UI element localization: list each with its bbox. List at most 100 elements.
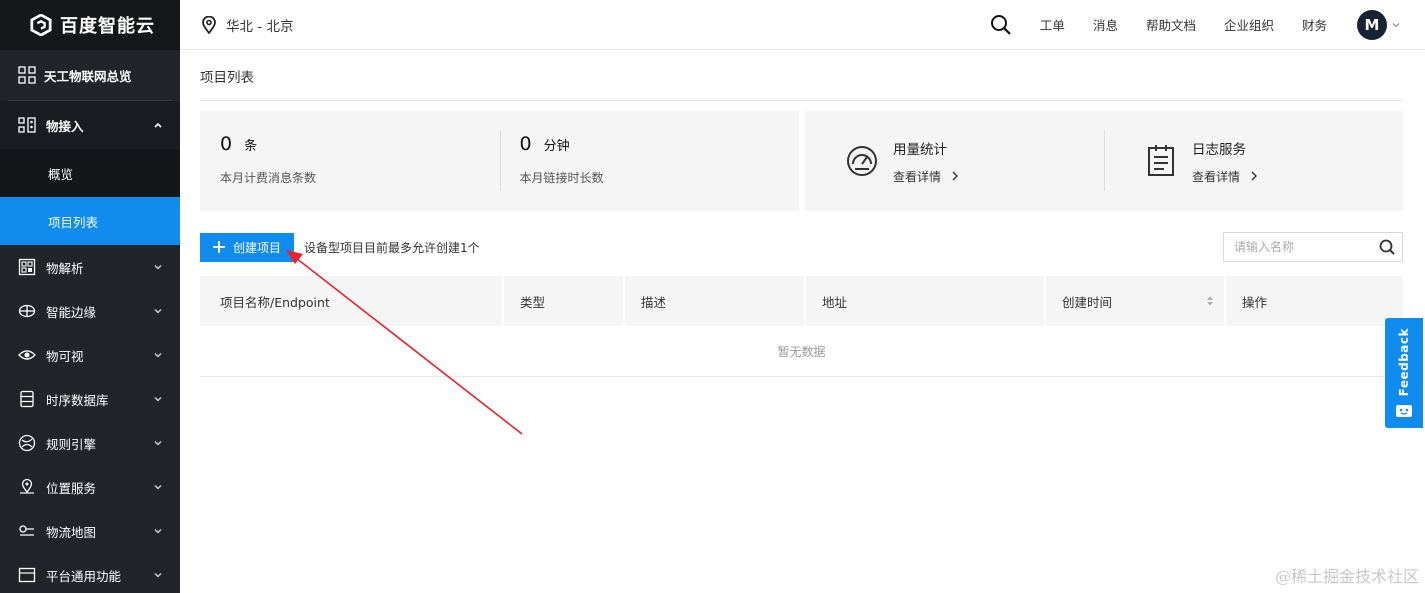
avatar[interactable]: M <box>1357 9 1387 40</box>
view-details-link[interactable]: 查看详情 <box>1192 168 1258 185</box>
stat-label: 本月计费消息条数 <box>220 171 317 185</box>
view-details-label: 查看详情 <box>893 169 942 184</box>
sidebar-item-edge[interactable]: 智能边缘 <box>0 289 180 333</box>
create-limit-hint: 设备型项目目前最多允许创建1个 <box>304 240 480 255</box>
sidebar-item-rule-engine[interactable]: 规则引擎 <box>0 421 180 465</box>
project-table: 项目名称/Endpoint 类型 描述 地址 创建时间 操作 暂无数据 <box>200 276 1403 377</box>
database-icon <box>20 390 34 408</box>
sidebar-item-location[interactable]: 位置服务 <box>0 465 180 509</box>
plus-icon <box>212 241 225 253</box>
baidu-cloud-logo-icon <box>30 14 52 36</box>
column-header-name: 项目名称/Endpoint <box>220 294 330 310</box>
chevron-down-icon[interactable] <box>1391 20 1401 30</box>
view-details-label: 查看详情 <box>1192 169 1241 184</box>
chevron-up-icon <box>154 122 162 128</box>
empty-state: 暂无数据 <box>200 326 1403 377</box>
sidebar-item-label: 物可视 <box>46 348 84 364</box>
chevron-down-icon <box>154 264 162 270</box>
sidebar-item-parse[interactable]: 物解析 <box>0 245 180 289</box>
feedback-label: Feedback <box>1397 328 1411 397</box>
edge-icon <box>18 304 36 318</box>
platform-icon <box>18 567 36 583</box>
chevron-down-icon <box>154 308 162 314</box>
services-panel: 用量统计 查看详情 日志服务 查看详情 <box>805 111 1403 211</box>
service-usage[interactable]: 用量统计 查看详情 <box>805 111 1104 211</box>
sidebar-item-label: 位置服务 <box>46 480 97 496</box>
sidebar-item-visual[interactable]: 物可视 <box>0 333 180 377</box>
log-document-icon <box>1148 145 1174 176</box>
stat-label: 本月链接时长数 <box>519 171 604 185</box>
create-project-button[interactable]: 创建项目 <box>200 232 294 262</box>
sidebar-item-overview[interactable]: 天工物联网总览 <box>0 50 180 100</box>
search-box <box>1223 232 1403 262</box>
column-header-label: 创建时间 <box>1062 294 1113 310</box>
eye-icon <box>18 350 36 360</box>
chevron-right-icon <box>1251 171 1258 181</box>
stats-row: 0条 本月计费消息条数 0 分钟 本月链接时长数 用量统计 查看详情 日志服务 … <box>200 111 1403 211</box>
sort-icon[interactable] <box>1206 295 1214 307</box>
chevron-down-icon <box>154 352 162 358</box>
region-label: 华北 - 北京 <box>226 18 294 35</box>
topbar-link-messages[interactable]: 消息 <box>1093 15 1118 34</box>
sidebar-item-label: 物接入 <box>46 118 84 134</box>
chevron-down-icon <box>154 396 162 402</box>
watermark: @稀土掘金技术社区 <box>1274 567 1419 586</box>
chevron-right-icon <box>952 171 959 181</box>
sidebar-overview-label: 天工物联网总览 <box>44 68 132 84</box>
device-access-icon <box>18 117 36 133</box>
column-header-created-time[interactable]: 创建时间 <box>1044 276 1224 326</box>
sidebar-item-label: 规则引擎 <box>46 436 97 452</box>
sidebar-item-platform[interactable]: 平台通用功能 <box>0 553 180 593</box>
service-title: 用量统计 <box>893 141 947 158</box>
table-header: 项目名称/Endpoint 类型 描述 地址 创建时间 操作 <box>200 276 1403 326</box>
feedback-face-icon <box>1396 405 1412 418</box>
feedback-tab[interactable]: Feedback <box>1385 318 1423 428</box>
sidebar-item-label: 时序数据库 <box>46 392 109 408</box>
column-header-actions: 操作 <box>1224 276 1403 326</box>
column-header-address: 地址 <box>804 276 1044 326</box>
view-details-link[interactable]: 查看详情 <box>893 168 959 185</box>
brand-logo[interactable]: 百度智能云 <box>0 0 180 50</box>
location-service-icon <box>20 478 34 494</box>
sidebar-subitem-project-list[interactable]: 项目列表 <box>0 197 180 245</box>
stat-unit: 分钟 <box>543 139 570 154</box>
service-logs[interactable]: 日志服务 查看详情 <box>1104 111 1403 211</box>
stat-messages: 0条 本月计费消息条数 <box>200 111 500 211</box>
topbar-link-finance[interactable]: 财务 <box>1302 15 1327 34</box>
toolbar: 创建项目 设备型项目目前最多允许创建1个 <box>200 232 1403 262</box>
chevron-down-icon <box>154 528 162 534</box>
gauge-icon <box>847 146 877 176</box>
sidebar: 百度智能云 天工物联网总览 物接入 概览 项目列表 物解析 智能边缘 物可视 时… <box>0 0 180 593</box>
chevron-down-icon <box>154 572 162 578</box>
sidebar-item-label: 物流地图 <box>46 524 97 540</box>
sidebar-subitem-overview[interactable]: 概览 <box>0 149 180 197</box>
stat-value: 0 <box>519 133 532 155</box>
sidebar-item-label: 物解析 <box>46 260 84 276</box>
column-header-type: 类型 <box>502 276 623 326</box>
sidebar-item-tsdb[interactable]: 时序数据库 <box>0 377 180 421</box>
stat-value: 0 <box>220 133 233 155</box>
brand-name: 百度智能云 <box>60 16 155 37</box>
service-title: 日志服务 <box>1192 141 1246 158</box>
logistics-map-icon <box>19 525 34 536</box>
topbar-link-organization[interactable]: 企业组织 <box>1224 15 1274 34</box>
region-selector[interactable]: 华北 - 北京 <box>180 15 293 35</box>
sidebar-item-label: 智能边缘 <box>46 304 97 320</box>
search-input[interactable] <box>1234 240 1372 254</box>
chevron-down-icon <box>154 484 162 490</box>
topbar: 华北 - 北京 工单 消息 帮助文档 企业组织 财务 M <box>180 0 1425 50</box>
topbar-link-docs[interactable]: 帮助文档 <box>1146 15 1196 34</box>
sidebar-item-device-access[interactable]: 物接入 <box>0 101 180 149</box>
main-content: 项目列表 0条 本月计费消息条数 0 分钟 本月链接时长数 用量统计 查看详情 … <box>200 50 1403 377</box>
grid-icon <box>18 66 36 84</box>
chevron-down-icon <box>154 440 162 446</box>
search-icon[interactable] <box>1372 239 1402 255</box>
sidebar-item-logistics-map[interactable]: 物流地图 <box>0 509 180 553</box>
stat-connection-time: 0 分钟 本月链接时长数 <box>499 111 800 211</box>
page-title: 项目列表 <box>200 50 1403 101</box>
topbar-link-ticket[interactable]: 工单 <box>1040 15 1065 34</box>
search-icon[interactable] <box>990 14 1012 36</box>
parse-icon <box>18 258 36 276</box>
usage-stats-panel: 0条 本月计费消息条数 0 分钟 本月链接时长数 <box>200 111 799 211</box>
sidebar-item-label: 平台通用功能 <box>46 568 122 584</box>
